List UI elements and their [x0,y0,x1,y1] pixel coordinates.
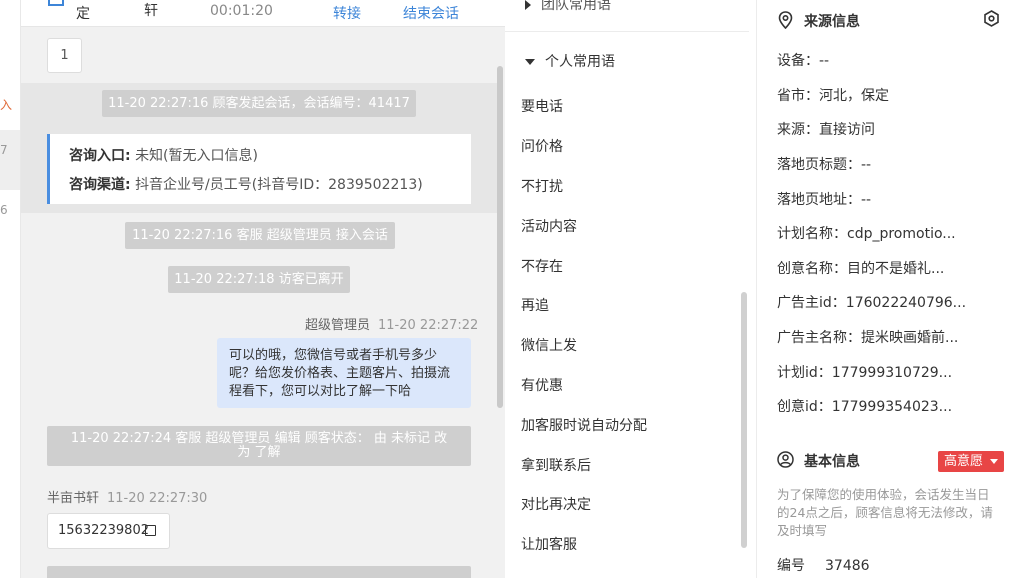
info-row-landing-title: 落地页标题：-- [777,157,872,173]
session-timer: 00:01:20 [210,3,273,19]
info-row-creative-id: 创意id：177999354023... [777,399,953,415]
entry-value: 未知(暂无入口信息) [135,148,258,164]
system-message-edit: 11-20 22:27:24 客服 超级管理员 编辑 顾客状态： 由 未标记 改… [47,426,471,466]
channel-label: 咨询渠道: [69,177,131,193]
phrase-item[interactable]: 有优惠 [521,375,563,395]
dropdown-caret-icon [990,459,999,464]
channel-row: 咨询渠道: 抖音企业号/员工号(抖音号ID：2839502213) [69,174,423,194]
edit-notice: 为了保障您的使用体验，会话发生当日的24点之后，顾客信息将无法修改，请及时填写 [777,487,993,538]
agent-message-bubble: 可以的哦，您微信号或者手机号多少呢？给您发价格表、主题客片、拍摄流程看下，您可以… [217,338,471,408]
phrase-item[interactable]: 不存在 [521,256,563,276]
info-row-plan-id: 计划id：177999310729... [777,365,953,381]
info-row-plan-name: 计划名称：cdp_promotio... [777,226,956,242]
info-row-advertiser-id: 广告主id：176022240796... [777,295,967,311]
info-row-creative-name: 创意名称：目的不是婚礼... [777,261,945,277]
info-row-region: 省市：河北，保定 [777,88,889,104]
customer-info-panel: 来源信息 设备：-- 省市：河北，保定 来源：直接访问 落地页标题：-- 落地页… [757,0,1013,578]
system-message-left: 11-20 22:27:18 访客已离开 [168,266,350,293]
phrase-item[interactable]: 让加客服 [521,534,577,554]
caret-down-icon [525,59,535,65]
agent-message-time: 11-20 22:27:22 [378,318,479,333]
phrases-scrollbar[interactable] [741,292,747,548]
system-message-partial [47,566,471,578]
visitor-message-time: 11-20 22:27:30 [107,491,208,506]
info-row-landing-url: 落地页地址：-- [777,192,872,208]
phrase-item[interactable]: 对比再决定 [521,494,591,514]
system-message-join: 11-20 22:27:16 客服 超级管理员 接入会话 [125,222,395,249]
user-circle-icon [777,451,794,468]
system-message-start: 11-20 22:27:16 顾客发起会话，会话编号：41417 [102,90,416,117]
source-info-title: 来源信息 [804,14,860,30]
personal-phrases-group[interactable]: 个人常用语 [525,51,615,71]
chat-header: 定 轩 00:01:20 转接 结束会话 [21,0,505,27]
phrase-item[interactable]: 微信上发 [521,335,577,355]
team-phrases-group[interactable]: 团队常用语 [525,0,611,14]
entry-info-card: 咨询入口: 未知(暂无入口信息) 咨询渠道: 抖音企业号/员工号(抖音号ID：2… [47,134,471,204]
info-row-number: 编号 37486 [777,558,870,574]
quick-phrases-panel: 团队常用语 个人常用语 要电话 问价格 不打扰 活动内容 不存在 再追 微信上发… [505,0,757,578]
visitor-name-partial: 定 [76,6,90,22]
info-row-advertiser-name: 广告主名称：提米映画婚前... [777,330,959,346]
phrase-item[interactable]: 要电话 [521,96,563,116]
entry-row: 咨询入口: 未知(暂无入口信息) [69,145,258,165]
phrase-item[interactable]: 拿到联系后 [521,455,591,475]
divider [505,31,749,32]
entry-label: 咨询入口: [69,148,131,164]
intent-level-label: 高意愿 [944,454,984,469]
location-pin-icon [778,11,793,29]
phrase-item[interactable]: 再追 [521,295,549,315]
visitor-name: 半亩书轩 [47,491,100,506]
settings-hex-icon[interactable] [983,10,1000,27]
strip-char: 7 [0,143,8,157]
left-session-strip: 入 7 6 [0,0,21,578]
selected-session-marker[interactable] [0,130,20,190]
copy-icon[interactable] [145,525,156,536]
visitor-message-bubble[interactable]: 15632239802 [47,513,170,549]
agent-message-meta: 超级管理员 11-20 22:27:22 [305,314,478,333]
transfer-button[interactable]: 转接 [333,3,361,23]
message-count-box: 1 [47,38,82,73]
visitor-message-meta: 半亩书轩 11-20 22:27:30 [47,487,207,506]
agent-name: 超级管理员 [305,318,371,333]
strip-char: 6 [0,203,8,217]
info-row-device: 设备：-- [777,53,830,69]
phrase-item[interactable]: 问价格 [521,136,563,156]
computer-icon [48,0,64,6]
strip-char: 入 [0,98,13,112]
visitor-message-text: 15632239802 [58,523,149,538]
basic-info-title: 基本信息 [804,454,860,470]
intent-level-dropdown[interactable]: 高意愿 [938,451,1005,472]
caret-right-icon [525,0,531,10]
phrase-item[interactable]: 活动内容 [521,216,577,236]
channel-value: 抖音企业号/员工号(抖音号ID：2839502213) [135,177,423,193]
end-session-button[interactable]: 结束会话 [403,3,459,23]
phrase-item[interactable]: 不打扰 [521,176,563,196]
info-row-source: 来源：直接访问 [777,122,875,138]
chat-scrollbar[interactable] [497,66,503,408]
phrase-item[interactable]: 加客服时说自动分配 [521,415,647,435]
visitor-name-partial2: 轩 [144,3,158,19]
